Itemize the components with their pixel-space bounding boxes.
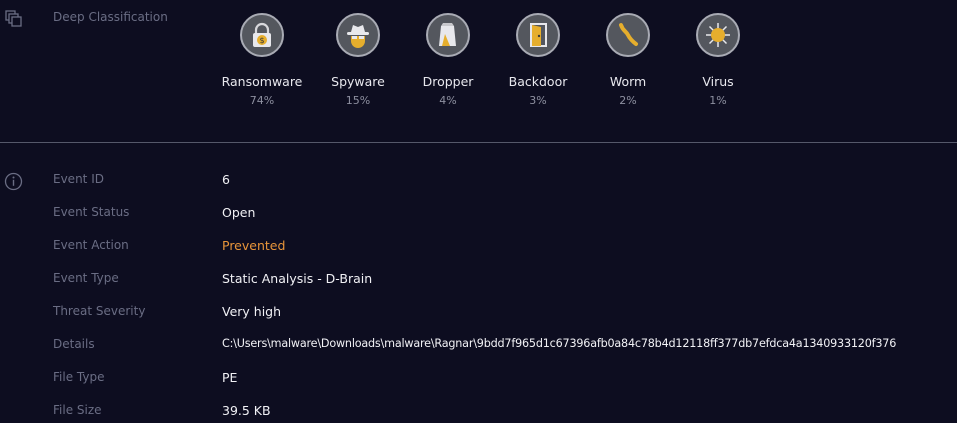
svg-text:$: $ (259, 36, 264, 45)
class-name: Virus (702, 74, 734, 89)
detail-label: Event ID (53, 172, 104, 186)
detail-label: Event Type (53, 271, 119, 285)
class-percent: 1% (709, 94, 727, 107)
class-percent: 74% (249, 94, 275, 107)
detail-label: Details (53, 337, 95, 351)
section-label: Deep Classification (53, 10, 168, 24)
spy-icon (336, 13, 380, 57)
detail-value: Prevented (222, 238, 286, 253)
door-icon (516, 13, 560, 57)
class-name: Backdoor (508, 74, 568, 89)
class-percent: 3% (529, 94, 547, 107)
detail-value: 6 (222, 172, 230, 187)
class-spyware[interactable]: Spyware 15% (308, 13, 408, 107)
detail-value: Very high (222, 304, 282, 319)
detail-label: Event Action (53, 238, 129, 252)
class-percent: 2% (619, 94, 637, 107)
dropper-bag-icon (426, 13, 470, 57)
detail-value: 39.5 KB (222, 403, 271, 418)
detail-value: PE (222, 370, 238, 385)
detail-row-details: Details C:\Users\malware\Downloads\malwa… (0, 337, 957, 357)
class-dropper[interactable]: Dropper 4% (398, 13, 498, 107)
layers-icon (5, 10, 22, 27)
class-backdoor[interactable]: Backdoor 3% (488, 13, 588, 107)
detail-row-event-action: Event Action Prevented (0, 238, 957, 258)
detail-label: Event Status (53, 205, 130, 219)
class-percent: 4% (439, 94, 457, 107)
virus-icon (696, 13, 740, 57)
class-virus[interactable]: Virus 1% (668, 13, 768, 107)
class-name: Spyware (331, 74, 385, 89)
detail-value-path: C:\Users\malware\Downloads\malware\Ragna… (222, 337, 897, 350)
detail-row-file-type: File Type PE (0, 370, 957, 390)
section-divider (0, 142, 957, 143)
detail-row-file-size: File Size 39.5 KB (0, 403, 957, 423)
detail-row-event-status: Event Status Open (0, 205, 957, 225)
detail-label: Threat Severity (53, 304, 146, 318)
detail-value: Static Analysis - D-Brain (222, 271, 373, 286)
ransomware-lock-icon: $ (240, 13, 284, 57)
detail-row-event-id: Event ID 6 (0, 172, 957, 192)
class-name: Dropper (422, 74, 474, 89)
class-percent: 15% (345, 94, 371, 107)
class-worm[interactable]: Worm 2% (578, 13, 678, 107)
class-name: Ransomware (221, 74, 303, 89)
detail-value: Open (222, 205, 256, 220)
class-ransomware[interactable]: $ Ransomware 74% (212, 13, 312, 107)
worm-icon (606, 13, 650, 57)
detail-label: File Size (53, 403, 102, 417)
detail-label: File Type (53, 370, 105, 384)
detail-row-threat-severity: Threat Severity Very high (0, 304, 957, 324)
detail-row-event-type: Event Type Static Analysis - D-Brain (0, 271, 957, 291)
class-name: Worm (609, 74, 647, 89)
